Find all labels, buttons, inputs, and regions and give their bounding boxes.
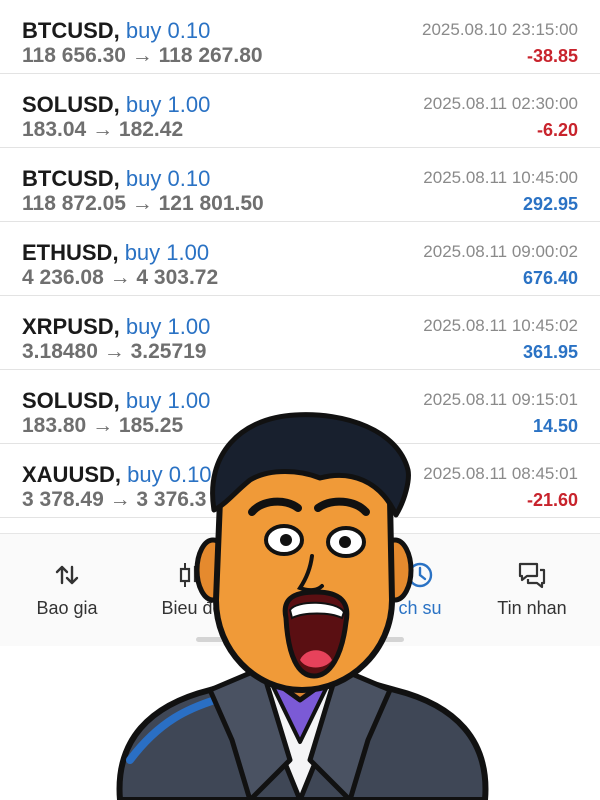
trade-row[interactable]: SOLUSD, buy 1.00 183.80 → 185.25 2025.08… (0, 370, 600, 444)
trade-prices: 4 236.08 → 4 303.72 (22, 266, 219, 289)
trade-title: SOLUSD, buy 1.00 (22, 92, 210, 118)
trade-history-list: BTCUSD, buy 0.10 118 656.30 → 118 267.80… (0, 0, 600, 518)
trade-profit: 292.95 (522, 194, 578, 214)
trade-row[interactable]: BTCUSD, buy 0.10 118 656.30 → 118 267.80… (0, 0, 600, 74)
trade-profit: -38.85 (526, 46, 578, 66)
trade-time: 2025.08.11 09:15:01 (423, 390, 578, 409)
trade-symbol: SOLUSD, (22, 92, 120, 117)
trade-row[interactable]: XAUUSD, buy 0.10 3 378.49 → 3 376.3 2025… (0, 444, 600, 518)
trade-symbol: XAUUSD, (22, 462, 122, 487)
trade-title: XAUUSD, buy 0.10 (22, 462, 212, 488)
trade-symbol: BTCUSD, (22, 18, 120, 43)
nav-label: Bieu đồ (161, 598, 223, 618)
trade-symbol: BTCUSD, (22, 166, 120, 191)
trade-time: 2025.08.11 09:00:02 (423, 242, 578, 261)
trade-prices: 118 872.05 → 121 801.50 (22, 192, 264, 215)
trade-profit: 361.95 (522, 342, 578, 362)
trade-side: buy 1.00 (124, 240, 210, 265)
trade-prices: 183.04 → 182.42 (22, 118, 184, 141)
candlestick-icon (132, 560, 252, 590)
trade-prices: 3 378.49 → 3 376.3 (22, 488, 207, 511)
trade-side: buy 1.00 (125, 388, 211, 413)
nav-item-quotes[interactable]: Bao gia (7, 534, 127, 646)
nav-label: Bao gia (36, 598, 98, 618)
trade-time: 2025.08.11 10:45:00 (423, 168, 578, 187)
trade-profit: 676.40 (522, 268, 578, 288)
trade-title: SOLUSD, buy 1.00 (22, 388, 210, 414)
trade-side: buy 0.10 (125, 166, 211, 191)
trade-row[interactable]: ETHUSD, buy 1.00 4 236.08 → 4 303.72 202… (0, 222, 600, 296)
trade-side: buy 1.00 (125, 314, 211, 339)
trade-symbol: ETHUSD, (22, 240, 119, 265)
trade-profit: -21.60 (526, 490, 578, 510)
trade-row[interactable]: SOLUSD, buy 1.00 183.04 → 182.42 2025.08… (0, 74, 600, 148)
trade-prices: 3.18480 → 3.25719 (22, 340, 207, 363)
trade-symbol: SOLUSD, (22, 388, 120, 413)
nav-item-history[interactable]: ch su (360, 534, 480, 646)
trade-prices: 183.80 → 185.25 (22, 414, 184, 437)
home-indicator (196, 637, 404, 642)
trade-title: BTCUSD, buy 0.10 (22, 166, 210, 192)
trade-side: buy 0.10 (127, 462, 212, 487)
trade-prices: 118 656.30 → 118 267.80 (22, 44, 263, 67)
trade-time: 2025.08.11 08:45:01 (423, 464, 578, 483)
trade-time: 2025.08.11 02:30:00 (423, 94, 578, 113)
trade-time: 2025.08.10 23:15:00 (422, 20, 578, 39)
nav-label: ch su (398, 598, 442, 618)
trade-row[interactable]: XRPUSD, buy 1.00 3.18480 → 3.25719 2025.… (0, 296, 600, 370)
bottom-navigation: Bao gia Bieu đồ ch su Tin nhan (0, 533, 600, 646)
nav-item-trade[interactable] (250, 534, 370, 646)
nav-label: Tin nhan (497, 598, 567, 618)
trade-profit: -6.20 (536, 120, 578, 140)
trade-title: ETHUSD, buy 1.00 (22, 240, 209, 266)
chat-icon (472, 560, 592, 590)
trade-symbol: XRPUSD, (22, 314, 120, 339)
trade-side: buy 1.00 (125, 92, 211, 117)
trade-icon (250, 560, 370, 590)
trade-title: XRPUSD, buy 1.00 (22, 314, 210, 340)
nav-item-messages[interactable]: Tin nhan (472, 534, 592, 646)
trade-profit: 14.50 (532, 416, 578, 436)
trade-time: 2025.08.11 10:45:02 (423, 316, 578, 335)
nav-item-charts[interactable]: Bieu đồ (132, 534, 252, 646)
trade-side: buy 0.10 (125, 18, 211, 43)
trade-title: BTCUSD, buy 0.10 (22, 18, 210, 44)
arrows-up-down-icon (7, 560, 127, 590)
clock-icon (360, 560, 480, 590)
trade-row[interactable]: BTCUSD, buy 0.10 118 872.05 → 121 801.50… (0, 148, 600, 222)
